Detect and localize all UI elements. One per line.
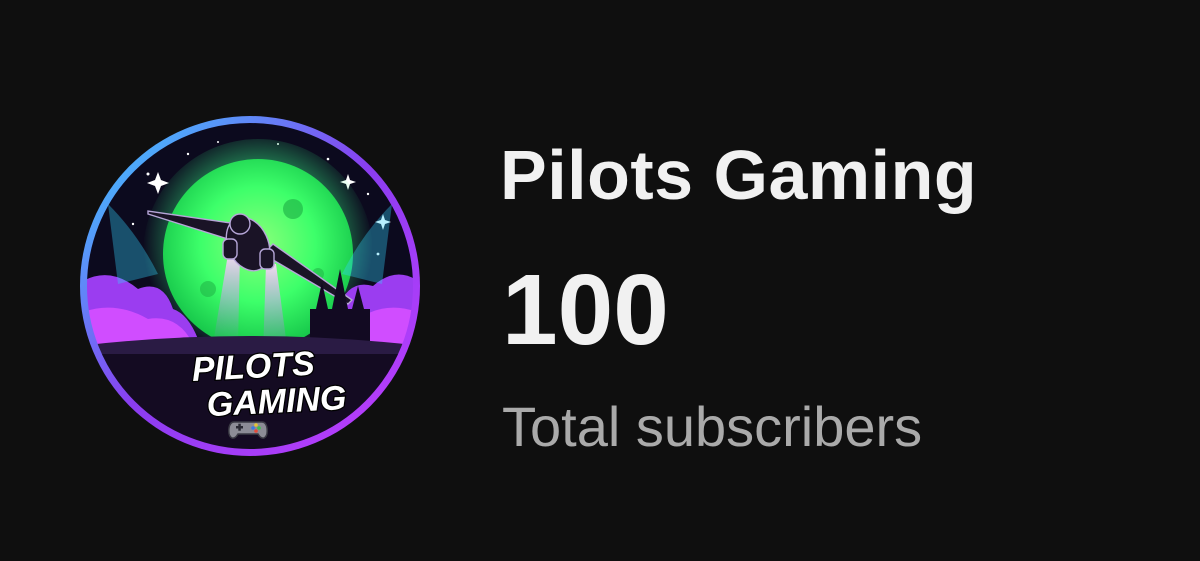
channel-avatar[interactable]: PILOTS GAMING [78, 114, 422, 458]
subscriber-label: Total subscribers [502, 395, 923, 458]
subscriber-count: 100 [502, 254, 669, 366]
logo-text-line2: GAMING [206, 379, 348, 424]
channel-stats-card: PILOTS GAMING Pilots Gaming 100 Total su… [0, 0, 1200, 561]
pilots-gaming-logo: PILOTS GAMING [80, 116, 420, 456]
channel-name[interactable]: Pilots Gaming [500, 130, 977, 220]
